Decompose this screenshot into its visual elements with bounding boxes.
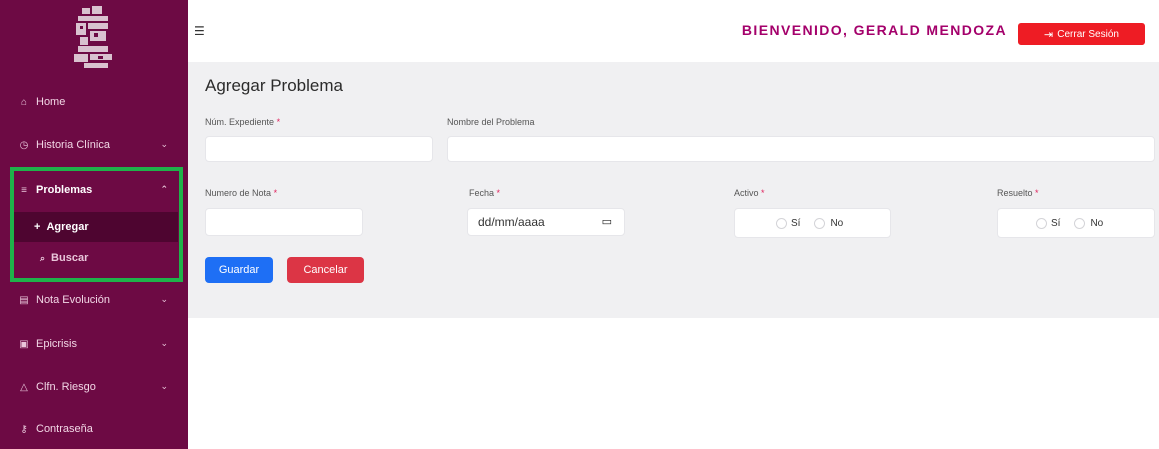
calendar-icon[interactable]: ▭: [602, 215, 612, 228]
key-icon: ⚷: [20, 423, 28, 435]
selection-highlight-box: [10, 167, 183, 282]
clock-icon: ◷: [19, 139, 29, 151]
sidebar-item-home[interactable]: ⌂ Home: [0, 84, 188, 120]
fecha-input[interactable]: dd/mm/aaaa ▭: [467, 208, 625, 236]
welcome-text: BIENVENIDO, GERALD MENDOZA: [741, 22, 1007, 38]
app-root: ⌂ Home ◷ Historia Clínica ⌄ ≡ Problemas …: [0, 0, 1159, 449]
numero-nota-label: Numero de Nota *: [205, 188, 278, 198]
expediente-input[interactable]: [205, 136, 433, 162]
numero-nota-input[interactable]: [205, 208, 363, 236]
resuelto-label: Resuelto *: [997, 188, 1039, 198]
sidebar-item-epicrisis[interactable]: ▣ Epicrisis ⌄: [0, 326, 188, 362]
resuelto-si-label: Sí: [1051, 217, 1061, 229]
activo-no-radio[interactable]: [814, 217, 826, 229]
activo-label: Activo *: [734, 188, 765, 198]
logout-label: Cerrar Sesión: [1057, 28, 1119, 40]
notes-icon: ▤: [19, 294, 29, 306]
warning-icon: △: [20, 381, 28, 393]
logout-button[interactable]: ⇥ Cerrar Sesión: [1018, 23, 1145, 45]
sidebar-item-label: Clfn. Riesgo: [36, 381, 96, 393]
resuelto-no-radio[interactable]: [1074, 217, 1086, 229]
sidebar-item-label: Historia Clínica: [36, 139, 110, 151]
nombre-problema-label: Nombre del Problema: [447, 117, 535, 127]
form-panel: Agregar Problema Núm. Expediente * Nombr…: [188, 62, 1159, 318]
home-icon: ⌂: [20, 96, 28, 108]
save-button[interactable]: Guardar: [205, 257, 273, 283]
sidebar-item-clfn-riesgo[interactable]: △ Clfn. Riesgo ⌄: [0, 369, 188, 405]
sidebar: ⌂ Home ◷ Historia Clínica ⌄ ≡ Problemas …: [0, 0, 188, 449]
activo-si-label: Sí: [791, 217, 801, 229]
resuelto-radio-group: Sí No: [997, 208, 1155, 238]
nombre-problema-input[interactable]: [447, 136, 1155, 162]
document-icon: ▣: [19, 338, 29, 350]
sidebar-item-nota-evolucion[interactable]: ▤ Nota Evolución ⌄: [0, 282, 188, 318]
sidebar-item-label: Contraseña: [36, 423, 93, 435]
sidebar-item-historia-clinica[interactable]: ◷ Historia Clínica ⌄: [0, 127, 188, 163]
cancel-button[interactable]: Cancelar: [287, 257, 364, 283]
fecha-label: Fecha *: [469, 188, 501, 198]
expediente-label: Núm. Expediente *: [205, 117, 281, 127]
resuelto-no-label: No: [1090, 217, 1104, 229]
chevron-down-icon: ⌄: [160, 139, 168, 149]
sidebar-item-label: Epicrisis: [36, 338, 77, 350]
sidebar-item-label: Nota Evolución: [36, 294, 110, 306]
chevron-down-icon: ⌄: [160, 294, 168, 304]
chevron-down-icon: ⌄: [160, 338, 168, 348]
top-bar: ☰ BIENVENIDO, GERALD MENDOZA ⇥ Cerrar Se…: [188, 0, 1159, 62]
activo-si-radio[interactable]: [776, 217, 787, 229]
chevron-down-icon: ⌄: [160, 381, 168, 391]
sidebar-item-label: Home: [36, 96, 66, 108]
page-title: Agregar Problema: [205, 76, 343, 95]
logo: [64, 6, 122, 70]
fecha-placeholder: dd/mm/aaaa: [478, 215, 545, 229]
activo-no-label: No: [830, 217, 844, 229]
sidebar-item-contrasena[interactable]: ⚷ Contraseña: [0, 411, 188, 447]
resuelto-si-radio[interactable]: [1036, 217, 1047, 229]
logout-icon: ⇥: [1044, 28, 1054, 41]
activo-radio-group: Sí No: [734, 208, 891, 238]
menu-toggle-icon[interactable]: ☰: [194, 24, 205, 38]
